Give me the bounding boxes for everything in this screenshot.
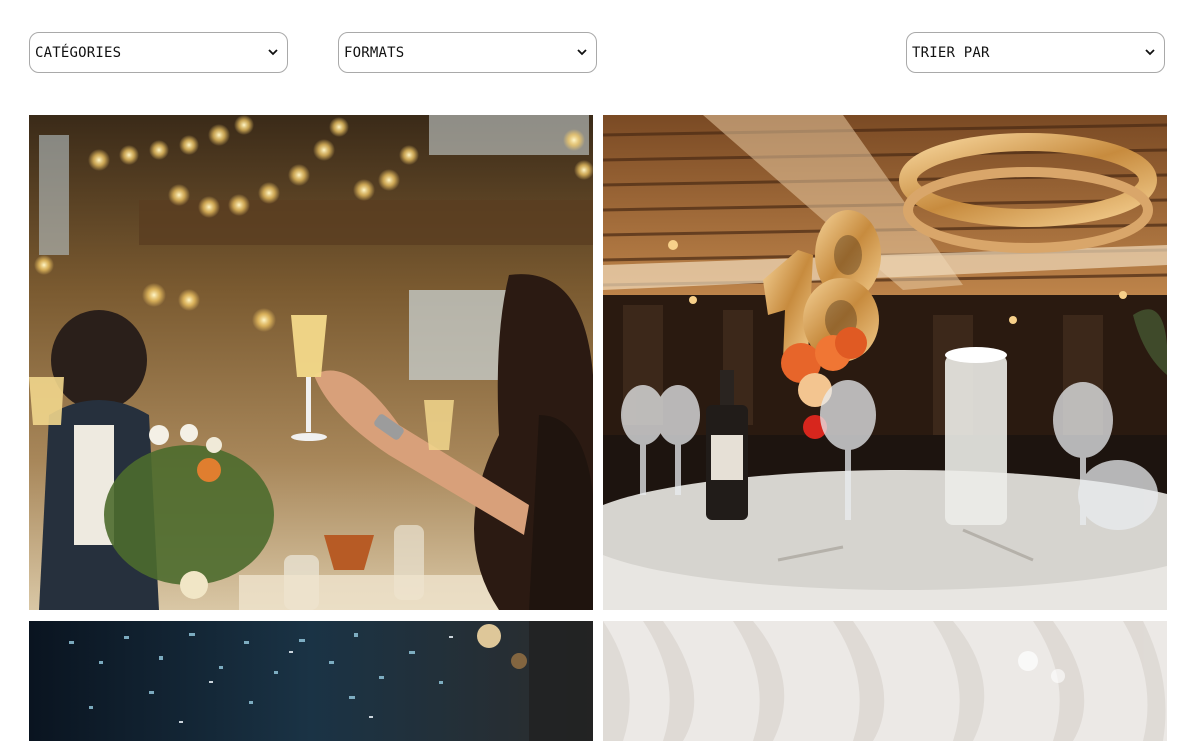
gallery-photo-white-drapery[interactable]: [603, 621, 1167, 741]
filter-bar: CATÉGORIES FORMATS TRIER PAR: [29, 32, 1167, 75]
formats-select[interactable]: FORMATS: [338, 32, 597, 73]
gallery-photo-confetti-party[interactable]: [29, 621, 593, 741]
chevron-down-icon: [267, 47, 279, 59]
gallery-photo-wedding-toast[interactable]: [29, 115, 593, 610]
gallery-photo-18th-birthday[interactable]: [603, 115, 1167, 610]
formats-select-value: FORMATS: [344, 44, 405, 61]
categories-select[interactable]: CATÉGORIES: [29, 32, 288, 73]
chevron-down-icon: [576, 47, 588, 59]
sort-select-value: TRIER PAR: [912, 44, 990, 61]
sort-select[interactable]: TRIER PAR: [906, 32, 1165, 73]
chevron-down-icon: [1144, 47, 1156, 59]
categories-select-value: CATÉGORIES: [35, 44, 122, 61]
